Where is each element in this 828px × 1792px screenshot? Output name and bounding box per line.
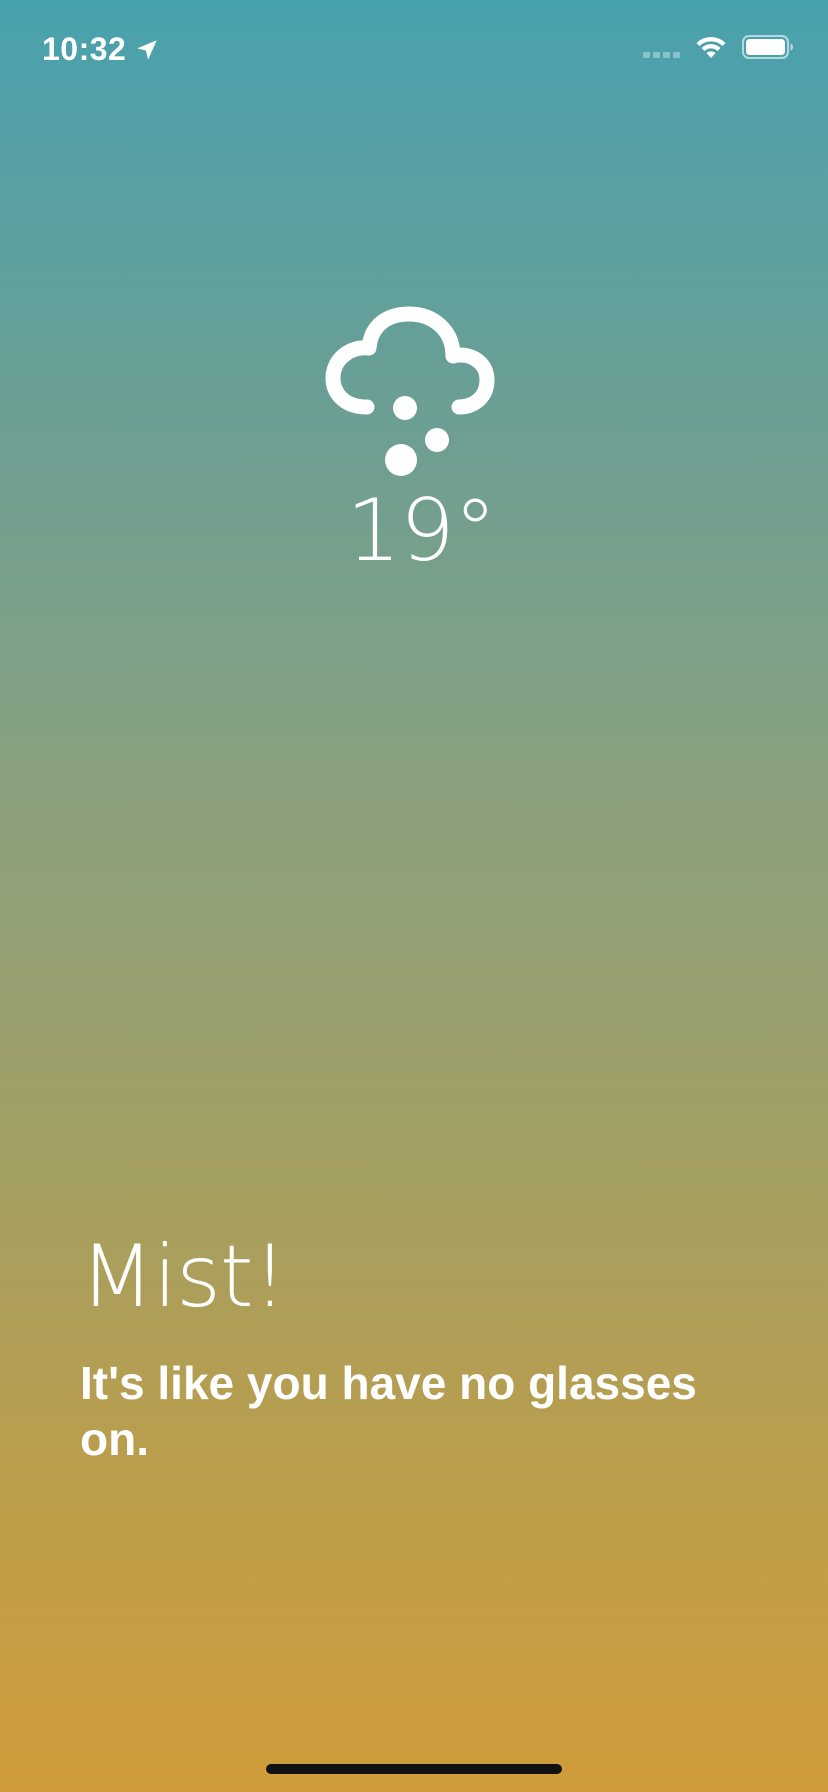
weather-condition-title: Mist! <box>80 1227 287 1327</box>
status-bar: 10:32 <box>0 0 828 100</box>
status-time: 10:32 <box>42 31 127 67</box>
weather-condition-description: It's like you have no glasses on. <box>80 1356 697 1465</box>
cellular-signal-icon <box>643 36 680 58</box>
cloud-hail-icon <box>325 306 495 476</box>
status-time-group: 10:32 <box>42 31 160 68</box>
home-indicator[interactable] <box>266 1764 562 1774</box>
weather-message: Mist! It's like you have no glasses on. <box>80 1230 748 1467</box>
battery-icon <box>742 35 793 59</box>
temperature-value: 19° <box>346 481 496 581</box>
location-arrow-icon <box>137 39 158 60</box>
wifi-icon <box>696 36 726 58</box>
status-indicators <box>643 34 794 60</box>
weather-hero: 19° <box>0 300 828 574</box>
